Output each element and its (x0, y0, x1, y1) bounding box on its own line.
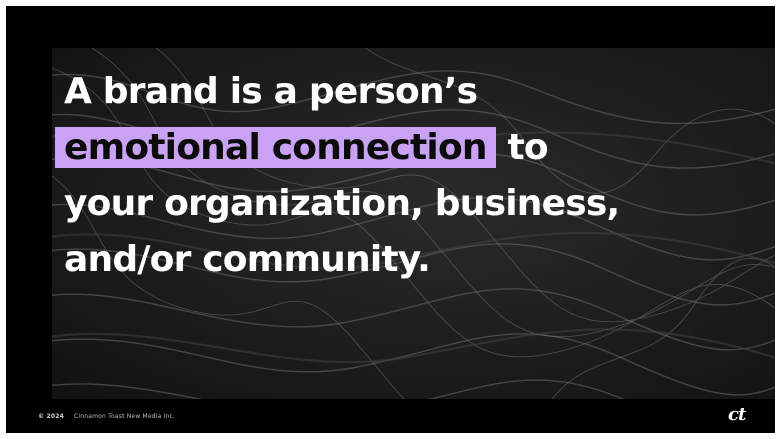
quote-line-4: and/or community. (64, 239, 431, 280)
quote-line-3: your organization, business, (64, 183, 620, 224)
quote-line-2: emotional connection to (55, 120, 619, 176)
slide: A brand is a person’s emotional connecti… (6, 6, 775, 433)
company-name: Cinnamon Toast New Media Inc. (74, 413, 176, 420)
quote-line-2-rest: to (495, 127, 548, 168)
quote-highlight: emotional connection (55, 127, 496, 168)
footer-copyright: © 2024 Cinnamon Toast New Media Inc. (38, 413, 175, 420)
brand-quote: A brand is a person’s emotional connecti… (55, 64, 620, 288)
ct-logo: ct (728, 404, 746, 425)
quote-line-1: A brand is a person’s (64, 71, 478, 112)
copyright-year: © 2024 (38, 413, 64, 420)
